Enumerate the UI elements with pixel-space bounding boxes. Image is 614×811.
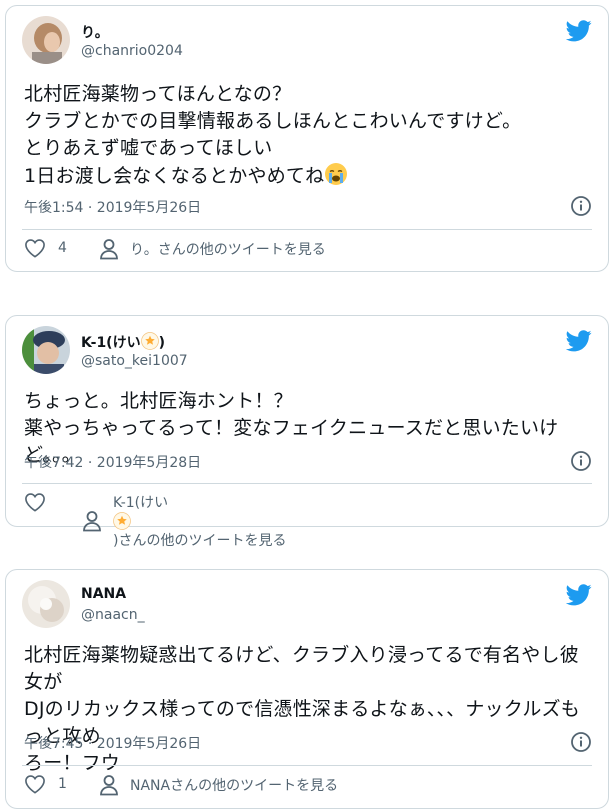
heart-icon	[25, 775, 45, 794]
tweet-text: 北村匠海薬物疑惑出てるけど、クラブ入り浸ってるで有名やし彼女が DJのリカックス…	[24, 644, 580, 774]
tweet-actions: 1 NANAさんの他のツイートを見る	[24, 774, 592, 802]
tweet-card[interactable]: り。 @chanrio0204 北村匠海薬物ってほんとなの？ クラブとかでの目撃…	[5, 5, 609, 272]
more-tweets-link[interactable]: K-1(けい)さんの他のツイートを見る	[82, 492, 286, 550]
user-handle[interactable]: @sato_kei1007	[81, 353, 188, 369]
more-tweets-label: NANAさんの他のツイートを見る	[130, 778, 339, 794]
dizzy-star-icon	[140, 332, 159, 350]
tweet-text: 北村匠海薬物ってほんとなの？ クラブとかでの目撃情報あるしほんとこわいんですけど…	[24, 83, 522, 187]
info-icon[interactable]	[570, 195, 592, 217]
heart-icon	[25, 239, 45, 258]
person-icon	[83, 511, 101, 532]
display-name[interactable]: K-1(けい)	[81, 332, 165, 352]
like-count: 1	[58, 776, 67, 792]
tweet-header: り。 @chanrio0204	[22, 16, 592, 64]
display-name[interactable]: り。	[81, 22, 109, 42]
like-button[interactable]: 4	[24, 238, 67, 258]
twitter-bird-icon[interactable]	[566, 20, 592, 42]
crying-face-icon	[325, 163, 348, 185]
tweet-card[interactable]: K-1(けい) @sato_kei1007 ちょっと。北村匠海ホント！？ 薬やっ…	[5, 315, 609, 549]
tweet-timestamp[interactable]: 午後7:42 · 2019年5月28日	[24, 452, 201, 472]
twitter-bird-icon[interactable]	[566, 330, 592, 352]
person-icon	[100, 775, 118, 796]
user-handle[interactable]: @chanrio0204	[81, 43, 183, 59]
more-tweets-link[interactable]: NANAさんの他のツイートを見る	[99, 774, 338, 796]
info-icon[interactable]	[570, 731, 592, 753]
user-handle[interactable]: @naacn_	[81, 607, 145, 623]
dizzy-star-icon	[113, 512, 131, 530]
person-icon	[100, 239, 118, 260]
heart-icon	[25, 493, 45, 512]
more-tweets-label: K-1(けい)さんの他のツイートを見る	[113, 495, 287, 549]
twitter-bird-icon[interactable]	[566, 584, 592, 606]
tweet-header: NANA @naacn_	[22, 580, 592, 628]
more-tweets-label: り。さんの他のツイートを見る	[130, 242, 326, 258]
divider	[22, 483, 592, 484]
avatar[interactable]	[22, 16, 70, 64]
divider	[22, 765, 592, 766]
tweet-timestamp[interactable]: 午後1:54 · 2019年5月26日	[24, 197, 201, 217]
avatar[interactable]	[22, 326, 70, 374]
tweet-header: K-1(けい) @sato_kei1007	[22, 326, 592, 374]
more-tweets-link[interactable]: り。さんの他のツイートを見る	[99, 238, 326, 260]
tweet-card[interactable]: NANA @naacn_ 北村匠海薬物疑惑出てるけど、クラブ入り浸ってるで有名や…	[5, 569, 609, 809]
tweet-timestamp[interactable]: 午後7:45 · 2019年5月26日	[24, 733, 201, 753]
tweet-actions: K-1(けい)さんの他のツイートを見る	[24, 492, 592, 549]
divider	[22, 229, 592, 230]
tweet-actions: 4 り。さんの他のツイートを見る	[24, 238, 592, 266]
like-button[interactable]: 1	[24, 774, 67, 794]
like-count: 4	[58, 240, 67, 256]
like-button[interactable]	[24, 492, 58, 512]
avatar[interactable]	[22, 580, 70, 628]
display-name[interactable]: NANA	[81, 586, 126, 602]
info-icon[interactable]	[570, 450, 592, 472]
